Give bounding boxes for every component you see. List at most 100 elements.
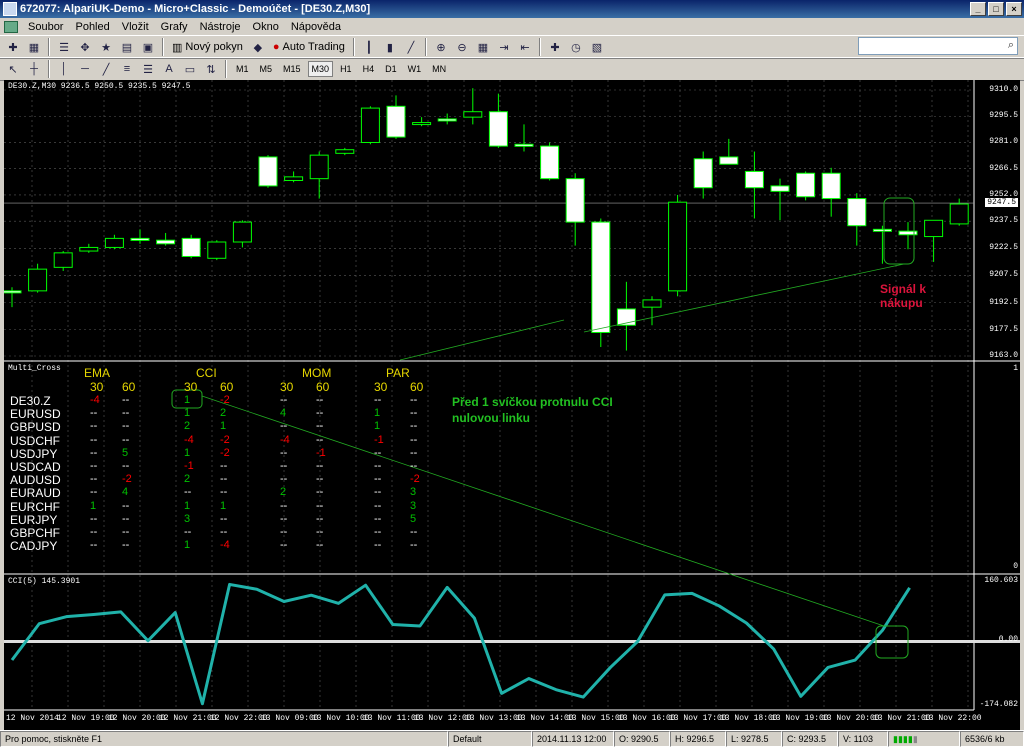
- period-header: 30: [90, 380, 104, 394]
- candle-bullish: [207, 241, 227, 259]
- menu-window[interactable]: Okno: [247, 21, 285, 33]
- candle-bullish: [668, 201, 688, 292]
- tf-m1[interactable]: M1: [232, 61, 253, 77]
- line-chart-icon[interactable]: ╱: [402, 38, 420, 56]
- signal-cell: --: [220, 473, 228, 486]
- templates-icon[interactable]: ▧: [588, 38, 606, 56]
- status-high: H: 9296.5: [670, 731, 726, 747]
- new-order-button[interactable]: ▥ Nový pokyn: [169, 38, 246, 56]
- tf-h1[interactable]: H1: [336, 61, 356, 77]
- menu-view[interactable]: Pohled: [69, 21, 115, 33]
- crosshair-icon[interactable]: ┼: [25, 60, 43, 78]
- navigator-icon[interactable]: ★: [97, 38, 115, 56]
- market-watch-icon[interactable]: ☰: [55, 38, 73, 56]
- symbol-de30-z: DE30.Z: [10, 394, 51, 408]
- periods-icon[interactable]: ◷: [567, 38, 585, 56]
- candle-bullish: [104, 237, 124, 248]
- signal-cell: --: [374, 446, 382, 459]
- period-header: 30: [184, 380, 198, 394]
- signal-cell: 2: [184, 420, 191, 433]
- menu-charts[interactable]: Grafy: [155, 21, 194, 33]
- signal-cell: --: [410, 407, 418, 420]
- candle-bullish: [335, 149, 355, 154]
- text-tool-icon[interactable]: A: [160, 60, 178, 78]
- tester-icon[interactable]: ▣: [139, 38, 157, 56]
- menu-insert[interactable]: Vložit: [116, 21, 155, 33]
- menu-tools[interactable]: Nástroje: [194, 21, 247, 33]
- data-window-icon[interactable]: ✥: [76, 38, 94, 56]
- horizontal-line-icon[interactable]: ─: [76, 60, 94, 78]
- candle-bearish: [693, 158, 713, 189]
- menu-file[interactable]: Soubor: [22, 21, 69, 33]
- tf-m15[interactable]: M15: [279, 61, 305, 77]
- candle-bearish: [514, 143, 534, 147]
- symbol-usdjpy: USDJPY: [10, 446, 58, 461]
- time-tick-label: 13 Nov 20:00: [822, 714, 880, 723]
- group-header-par: PAR: [386, 366, 410, 380]
- search-input[interactable]: ⌕: [858, 37, 1018, 55]
- tf-m30[interactable]: M30: [307, 61, 334, 77]
- window-controls: _ □ ×: [970, 2, 1022, 16]
- auto-trading-button[interactable]: ● Auto Trading: [270, 38, 348, 56]
- candle-bearish: [258, 156, 278, 187]
- cursor-icon[interactable]: ↖: [4, 60, 22, 78]
- tf-h4[interactable]: H4: [359, 61, 379, 77]
- candle-bearish: [4, 290, 22, 294]
- trendline-icon[interactable]: ╱: [97, 60, 115, 78]
- tf-m5[interactable]: M5: [256, 61, 277, 77]
- signal-cell: --: [122, 539, 130, 552]
- price-tick-label: 9192.5: [989, 297, 1018, 307]
- signal-cell: 1: [184, 446, 191, 459]
- group-header-ema: EMA: [84, 366, 111, 380]
- maximize-icon[interactable]: □: [988, 2, 1004, 16]
- candle-bullish: [284, 176, 304, 181]
- candle-bullish: [28, 268, 48, 292]
- cci-label: CCI(5) 145.3901: [8, 577, 81, 586]
- signal-cell: -4: [184, 433, 194, 446]
- fibonacci-icon[interactable]: ☰: [139, 60, 157, 78]
- profiles-icon[interactable]: ▦: [25, 38, 43, 56]
- indicators-icon[interactable]: ✚: [546, 38, 564, 56]
- signal-cell: --: [316, 420, 324, 433]
- time-tick-label: 13 Nov 16:00: [618, 714, 676, 723]
- autoscroll-icon[interactable]: ⇥: [495, 38, 513, 56]
- new-chart-icon[interactable]: ✚: [4, 38, 22, 56]
- vertical-line-icon[interactable]: │: [55, 60, 73, 78]
- candlestick-icon[interactable]: ▮: [381, 38, 399, 56]
- candle-bearish: [847, 198, 867, 227]
- symbol-euraud: EURAUD: [10, 486, 61, 501]
- signal-cell: --: [410, 526, 418, 538]
- candle-bullish: [463, 111, 483, 118]
- terminal-icon[interactable]: ▤: [118, 38, 136, 56]
- price-tick-label: 9222.5: [989, 243, 1018, 253]
- tf-w1[interactable]: W1: [404, 61, 426, 77]
- candle-bearish: [719, 156, 739, 165]
- channel-icon[interactable]: ≡: [118, 60, 136, 78]
- signal-cell: --: [220, 460, 228, 472]
- chart-window[interactable]: DE30.Z,M30 9236.5 9250.5 9235.5 9247.5 9…: [4, 80, 1020, 730]
- tf-mn[interactable]: MN: [428, 61, 450, 77]
- candle-bearish: [437, 118, 457, 122]
- metaeditor-icon[interactable]: ◆: [249, 38, 267, 56]
- zoom-in-icon[interactable]: ⊕: [432, 38, 450, 56]
- close-icon[interactable]: ×: [1006, 2, 1022, 16]
- signal-cell: --: [122, 512, 130, 525]
- bar-chart-icon[interactable]: ┃: [360, 38, 378, 56]
- signal-cell: 3: [410, 486, 417, 499]
- minimize-icon[interactable]: _: [970, 2, 986, 16]
- time-tick-label: 12 Nov 22:00: [210, 714, 268, 723]
- tf-d1[interactable]: D1: [381, 61, 401, 77]
- price-tick-label: 9295.5: [989, 111, 1018, 121]
- arrows-icon[interactable]: ⇅: [202, 60, 220, 78]
- signal-cell: --: [90, 420, 98, 433]
- tile-windows-icon[interactable]: ▦: [474, 38, 492, 56]
- symbol-eurchf: EURCHF: [10, 499, 60, 514]
- label-tool-icon[interactable]: ▭: [181, 60, 199, 78]
- menu-help[interactable]: Nápověda: [285, 21, 347, 33]
- signal-cell: --: [280, 420, 288, 433]
- price-tick-label: 9237.5: [989, 216, 1018, 226]
- signal-cell: --: [220, 512, 228, 525]
- chart-shift-icon[interactable]: ⇤: [516, 38, 534, 56]
- signal-cell: --: [90, 446, 98, 459]
- zoom-out-icon[interactable]: ⊖: [453, 38, 471, 56]
